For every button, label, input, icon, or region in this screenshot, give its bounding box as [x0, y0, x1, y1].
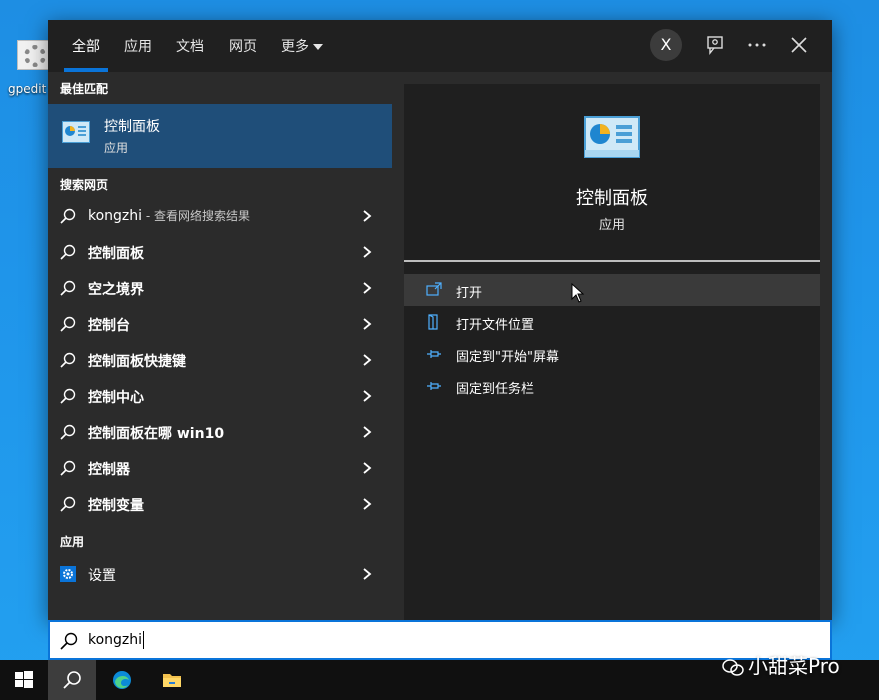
app-result-settings[interactable]: 设置 — [48, 556, 392, 592]
web-result[interactable]: 空之境界 — [48, 270, 392, 306]
control-panel-icon — [62, 121, 90, 143]
best-match-title: 控制面板 — [104, 119, 160, 135]
preview-pane: 控制面板 应用 打开 打开文件位置 固定到"开始"屏幕 固定到任务栏 — [404, 84, 820, 620]
watermark-text: 小甜菜Pro — [748, 654, 840, 678]
account-avatar[interactable]: X — [650, 29, 682, 61]
best-match-item[interactable]: 控制面板 应用 — [48, 104, 392, 168]
taskbar-edge[interactable] — [98, 660, 146, 700]
close-icon[interactable] — [788, 34, 810, 56]
action-open[interactable]: 打开 — [404, 274, 820, 306]
section-apps: 应用 — [60, 535, 85, 549]
web-result[interactable]: 控制台 — [48, 306, 392, 342]
section-best-match: 最佳匹配 — [60, 82, 109, 96]
search-icon — [60, 632, 78, 650]
search-icon — [60, 496, 76, 512]
tab-more-label: 更多 — [281, 39, 309, 55]
action-open-file-location[interactable]: 打开文件位置 — [404, 306, 820, 338]
web-result-label: kongzhi - 查看网络搜索结果 — [88, 207, 250, 224]
web-result-label: 控制面板 — [88, 246, 144, 262]
search-icon — [60, 208, 76, 224]
web-result[interactable]: 控制变量 — [48, 486, 392, 522]
windows-start-icon — [15, 671, 33, 688]
chevron-right-icon — [363, 426, 372, 438]
chevron-right-icon — [363, 282, 372, 294]
wechat-icon — [722, 658, 744, 676]
action-open-file-location-label: 打开文件位置 — [456, 318, 535, 333]
web-result-label: 控制变量 — [88, 498, 144, 514]
file-explorer-icon — [163, 674, 181, 687]
chevron-right-icon — [363, 246, 372, 258]
pin-icon — [427, 350, 441, 358]
control-panel-icon — [584, 116, 640, 158]
search-query-text: kongzhi — [88, 632, 143, 648]
search-header: 全部 应用 文档 网页 更多 X — [48, 20, 832, 72]
web-result-label: 控制面板快捷键 — [88, 354, 186, 370]
chevron-right-icon — [363, 318, 372, 330]
feedback-icon[interactable] — [704, 34, 726, 56]
web-result-label: 控制中心 — [88, 390, 144, 406]
web-result[interactable]: 控制面板在哪 win10 — [48, 414, 392, 450]
chevron-right-icon — [363, 390, 372, 402]
app-result-label: 设置 — [88, 568, 116, 584]
mouse-cursor-icon — [571, 283, 585, 303]
web-result-label: 控制器 — [88, 462, 130, 478]
web-result-hint: - 查看网络搜索结果 — [142, 209, 251, 223]
preview-divider — [404, 260, 820, 262]
search-icon — [60, 424, 76, 440]
action-pin-to-start[interactable]: 固定到"开始"屏幕 — [404, 338, 820, 370]
taskbar-file-explorer[interactable] — [148, 660, 196, 700]
action-open-label: 打开 — [456, 286, 483, 301]
tab-all[interactable]: 全部 — [72, 36, 100, 56]
open-icon — [426, 282, 442, 296]
web-result-query: kongzhi — [88, 208, 143, 224]
results-list: 最佳匹配 控制面板 应用 搜索网页 kongzhi - 查看网络搜索结果 控制面… — [48, 72, 392, 620]
search-icon — [60, 244, 76, 260]
chevron-right-icon — [363, 498, 372, 510]
chevron-down-icon — [313, 44, 323, 50]
chevron-right-icon — [363, 568, 372, 580]
web-result-kongzhi[interactable]: kongzhi - 查看网络搜索结果 — [48, 198, 392, 234]
search-box[interactable]: kongzhi — [48, 620, 832, 660]
search-icon — [60, 388, 76, 404]
settings-icon — [60, 566, 76, 582]
action-pin-to-taskbar-label: 固定到任务栏 — [456, 382, 535, 397]
edge-icon — [113, 671, 131, 689]
web-result-label: 空之境界 — [88, 282, 144, 298]
chevron-right-icon — [363, 354, 372, 366]
search-icon — [63, 671, 81, 689]
search-icon — [60, 460, 76, 476]
web-result[interactable]: 控制器 — [48, 450, 392, 486]
action-pin-to-start-label: 固定到"开始"屏幕 — [456, 350, 559, 365]
tab-documents[interactable]: 文档 — [176, 36, 204, 56]
taskbar-search-button[interactable] — [48, 660, 96, 700]
best-match-type: 应用 — [104, 141, 129, 155]
text-caret — [143, 631, 145, 649]
tab-apps[interactable]: 应用 — [124, 36, 152, 56]
chevron-right-icon — [363, 210, 372, 222]
web-result-label: 控制台 — [88, 318, 130, 334]
search-input[interactable]: kongzhi — [88, 631, 145, 649]
web-result[interactable]: 控制中心 — [48, 378, 392, 414]
section-web: 搜索网页 — [60, 178, 109, 192]
more-icon[interactable] — [746, 34, 768, 56]
search-icon — [60, 316, 76, 332]
tab-web[interactable]: 网页 — [229, 36, 257, 56]
watermark: 小甜菜Pro — [722, 650, 840, 679]
tab-more[interactable]: 更多 — [281, 36, 323, 56]
preview-title: 控制面板 — [576, 188, 648, 209]
web-result[interactable]: 控制面板快捷键 — [48, 342, 392, 378]
search-icon — [60, 352, 76, 368]
search-flyout: 全部 应用 文档 网页 更多 X 最佳匹配 控制面板 应用 搜索网页 kongz… — [48, 20, 832, 620]
preview-type: 应用 — [598, 218, 625, 233]
pin-icon — [427, 382, 441, 390]
web-result-label: 控制面板在哪 win10 — [88, 426, 225, 442]
chevron-right-icon — [363, 462, 372, 474]
search-icon — [60, 280, 76, 296]
folder-location-icon — [428, 314, 438, 330]
action-pin-to-taskbar[interactable]: 固定到任务栏 — [404, 370, 820, 402]
desktop-shortcut-label: gpedit — [8, 82, 47, 96]
web-result[interactable]: 控制面板 — [48, 234, 392, 270]
start-button[interactable] — [0, 660, 48, 700]
